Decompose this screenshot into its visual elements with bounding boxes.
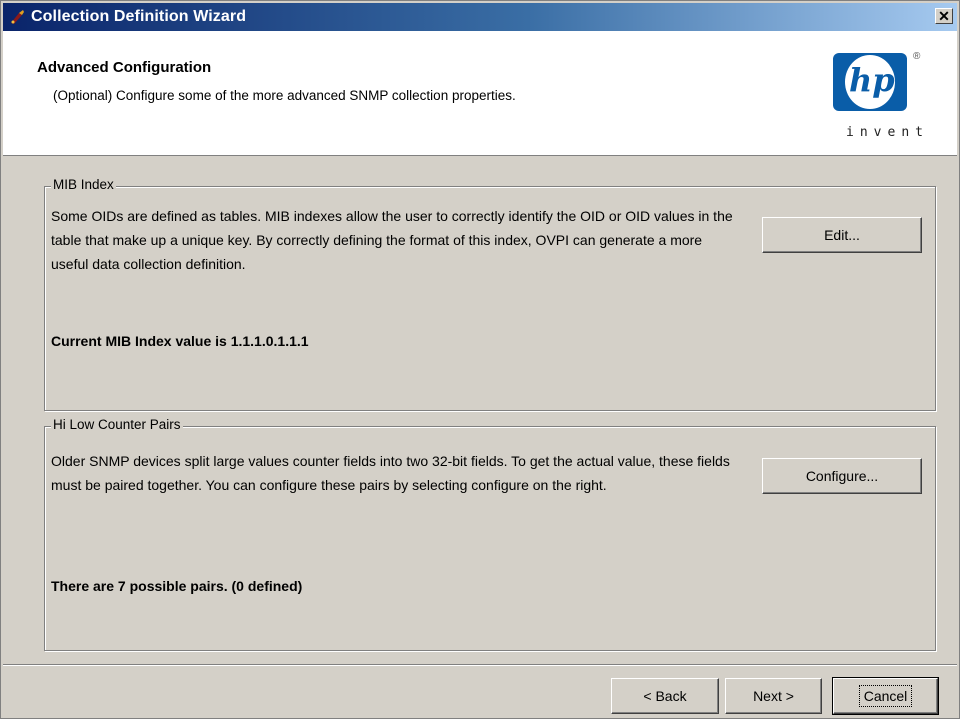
cancel-button-label: Cancel — [858, 685, 913, 707]
hp-logo-text: hp — [849, 61, 895, 99]
mib-index-group: MIB Index Some OIDs are defined as table… — [44, 177, 936, 411]
title-bar[interactable]: Collection Definition Wizard ✕ — [3, 3, 957, 31]
mib-index-status: Current MIB Index value is 1.1.1.0.1.1.1 — [51, 333, 309, 349]
wizard-header: Advanced Configuration (Optional) Config… — [3, 31, 957, 156]
edit-mib-index-button[interactable]: Edit... — [762, 217, 922, 253]
counter-pairs-group: Hi Low Counter Pairs Older SNMP devices … — [44, 417, 936, 651]
page-subtitle: (Optional) Configure some of the more ad… — [53, 88, 516, 103]
mib-index-legend: MIB Index — [51, 177, 116, 192]
wizard-app-icon — [11, 10, 24, 24]
hp-logo-mark: hp — [833, 53, 907, 111]
hp-logo: hp ® invent — [833, 51, 929, 149]
mib-index-description: Some OIDs are defined as tables. MIB ind… — [51, 208, 733, 272]
hp-logo-tagline: invent — [846, 125, 929, 140]
configure-pairs-button[interactable]: Configure... — [762, 458, 922, 494]
wizard-window: Collection Definition Wizard ✕ Advanced … — [0, 0, 960, 719]
next-button[interactable]: Next > — [725, 678, 822, 714]
page-title: Advanced Configuration — [37, 59, 212, 76]
counter-pairs-status: There are 7 possible pairs. (0 defined) — [51, 578, 303, 594]
cancel-button[interactable]: Cancel — [832, 677, 939, 715]
registered-mark: ® — [913, 51, 921, 62]
counter-pairs-legend: Hi Low Counter Pairs — [51, 417, 183, 432]
footer-separator — [3, 664, 957, 666]
back-button[interactable]: < Back — [611, 678, 719, 714]
counter-pairs-description: Older SNMP devices split large values co… — [51, 453, 730, 493]
close-icon[interactable]: ✕ — [935, 8, 953, 24]
window-title: Collection Definition Wizard — [31, 8, 247, 25]
